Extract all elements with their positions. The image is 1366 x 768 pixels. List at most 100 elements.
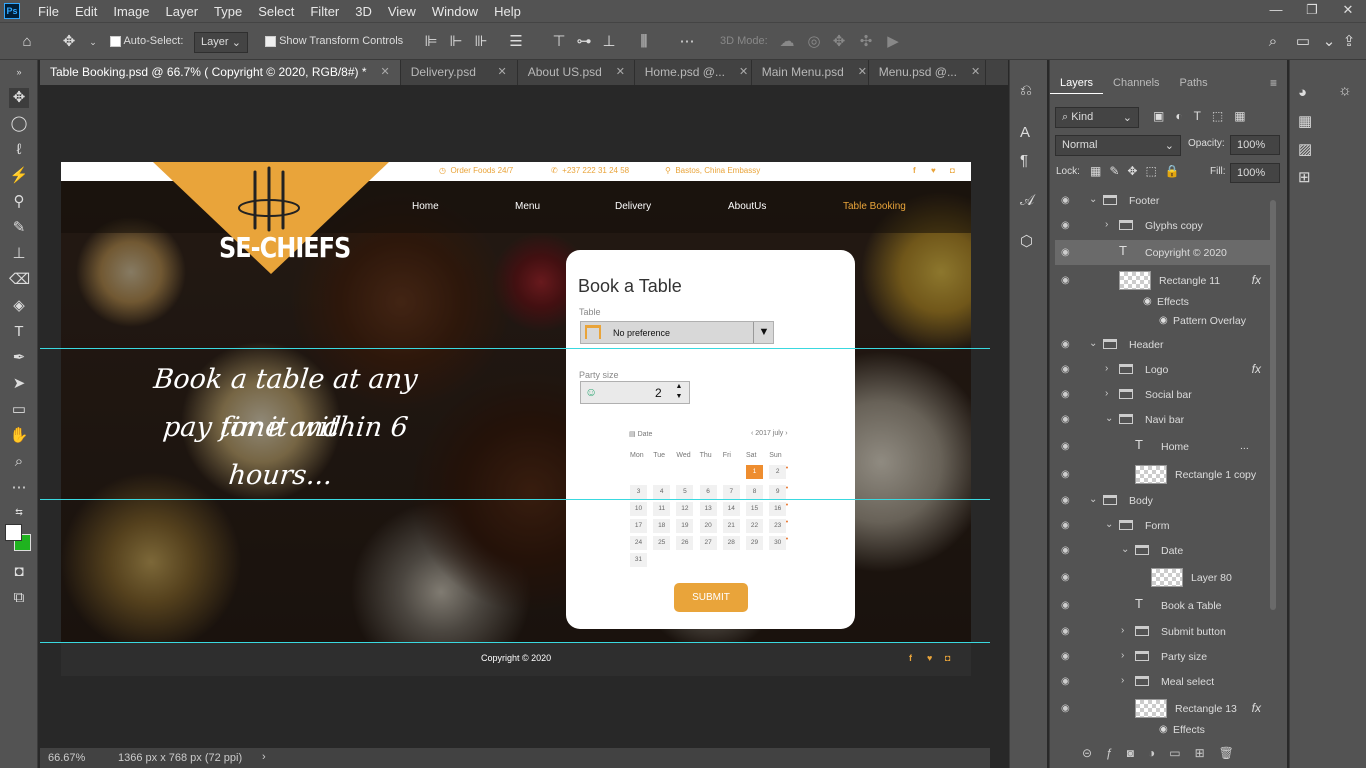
calendar-day[interactable]: 29 xyxy=(746,536,763,550)
eye-icon[interactable]: ◉ xyxy=(1061,676,1070,687)
align-top-icon[interactable]: ⊤ xyxy=(550,33,568,51)
more-options-icon[interactable]: ⋯ xyxy=(678,33,696,51)
document-canvas[interactable]: ◷ Order Foods 24/7 ✆ +237 222 31 24 58 ⚲… xyxy=(61,162,971,676)
calendar-day[interactable]: 17 xyxy=(630,519,647,533)
collapse-icon[interactable]: » xyxy=(9,62,29,82)
menu-window[interactable]: Window xyxy=(424,4,486,19)
align-bottom-icon[interactable]: ⊥ xyxy=(600,33,618,51)
twitter-icon[interactable]: ♥ xyxy=(927,653,932,663)
tab-table-booking[interactable]: Table Booking.psd @ 66.7% ( Copyright © … xyxy=(40,60,401,85)
chevron-down-icon[interactable]: ⌄ xyxy=(84,33,102,51)
gradients-icon[interactable]: ▨ xyxy=(1298,140,1312,158)
calendar-day[interactable]: 7 xyxy=(722,485,740,499)
kind-filter-dropdown[interactable]: ⌕ Kind ⌄ xyxy=(1055,107,1139,128)
tab-main-menu[interactable]: Main Menu.psd ✕ xyxy=(752,60,869,85)
calendar-day[interactable]: 14 xyxy=(722,502,740,516)
calendar-day[interactable]: 4 xyxy=(653,485,671,499)
eyedropper-icon[interactable]: ⚲ xyxy=(9,192,29,212)
distribute-vertical-icon[interactable]: ⫼ xyxy=(635,33,653,51)
chevron-right-icon[interactable]: › xyxy=(1121,650,1124,661)
menu-help[interactable]: Help xyxy=(486,4,529,19)
menu-3d[interactable]: 3D xyxy=(347,4,380,19)
calendar-day[interactable]: 27 xyxy=(699,536,717,550)
layer-row[interactable]: ◉ ⌄ Navi bar xyxy=(1055,407,1273,432)
menu-layer[interactable]: Layer xyxy=(158,4,207,19)
distribute-icon[interactable]: ☰ xyxy=(507,33,525,51)
layer-row[interactable]: ◉ Effects xyxy=(1055,717,1273,742)
learn-bulb-icon[interactable]: ☼ xyxy=(1338,82,1352,99)
filter-icons[interactable]: ▣◐T⬚▦ xyxy=(1153,109,1257,123)
layer-row[interactable]: ◉ › Glyphs copy xyxy=(1055,213,1273,238)
calendar-day[interactable]: 11 xyxy=(653,502,671,516)
menu-file[interactable]: File xyxy=(30,4,67,19)
align-middle-icon[interactable]: ⊶ xyxy=(575,33,593,51)
calendar-day[interactable]: 6 xyxy=(699,485,717,499)
swap-colors-icon[interactable]: ⇆ xyxy=(9,502,29,522)
layer-row[interactable]: ◉ T Copyright © 2020 xyxy=(1055,240,1273,265)
eye-icon[interactable]: ◉ xyxy=(1061,651,1070,662)
3d-slide-icon[interactable]: ✣ xyxy=(857,33,875,51)
history-icon[interactable]: ⎌ xyxy=(1020,82,1032,99)
chevron-right-icon[interactable]: › xyxy=(1105,363,1108,374)
3d-pan-icon[interactable]: ✥ xyxy=(830,33,848,51)
move-tool-icon[interactable]: ✥ xyxy=(60,33,78,51)
menu-view[interactable]: View xyxy=(380,4,424,19)
eye-icon[interactable]: ◉ xyxy=(1061,469,1070,480)
month-switcher[interactable]: ‹ 2017 july › xyxy=(751,430,788,437)
blend-mode-dropdown[interactable]: Normal ⌄ xyxy=(1055,135,1181,156)
calendar-day[interactable]: 12 xyxy=(676,502,694,516)
glyphs-icon[interactable]: 𝒜 xyxy=(1020,192,1034,209)
tab-about-us[interactable]: About US.psd ✕ xyxy=(518,60,635,85)
tab-paths[interactable]: Paths xyxy=(1170,72,1218,94)
layer-row[interactable]: ◉ Layer 80 xyxy=(1055,565,1273,590)
tab-channels[interactable]: Channels xyxy=(1103,72,1169,94)
calendar-day[interactable]: 18 xyxy=(653,519,671,533)
patterns-icon[interactable]: ⊞ xyxy=(1298,168,1311,186)
chevron-right-icon[interactable]: › xyxy=(1121,625,1124,636)
calendar-day[interactable]: 22 xyxy=(746,519,763,533)
layer-row[interactable]: ◉ › Meal select xyxy=(1055,669,1273,694)
foreground-color-swatch[interactable] xyxy=(5,524,22,541)
eye-icon[interactable]: ◉ xyxy=(1061,520,1070,531)
twitter-icon[interactable]: ♥ xyxy=(931,166,936,175)
layer-row[interactable]: ◉ › Social bar xyxy=(1055,382,1273,407)
eye-icon[interactable]: ◉ xyxy=(1061,195,1070,206)
calendar-day[interactable]: 10 xyxy=(630,502,647,516)
layer-row[interactable]: ◉ › Party size xyxy=(1055,644,1273,669)
workspace-icon[interactable]: ▭ xyxy=(1294,33,1312,51)
auto-select-checkbox[interactable]: Auto-Select: xyxy=(110,35,183,47)
eraser-tool-icon[interactable]: ⌫ xyxy=(9,270,30,290)
calendar-day[interactable]: 1 xyxy=(746,465,763,479)
menu-image[interactable]: Image xyxy=(105,4,157,19)
3d-orbit-icon[interactable]: ☁ xyxy=(778,33,796,51)
lock-icons[interactable]: ▦✎✥⬚🔒 xyxy=(1090,164,1188,178)
calendar-day[interactable]: 13 xyxy=(699,502,717,516)
share-icon[interactable]: ⇪ xyxy=(1340,33,1358,51)
nav-menu[interactable]: Menu xyxy=(515,201,540,212)
hand-tool-icon[interactable]: ✋ xyxy=(9,426,29,446)
eye-icon[interactable]: ◉ xyxy=(1061,364,1070,375)
layers-scrollbar[interactable] xyxy=(1270,200,1276,610)
paragraph-icon[interactable]: ¶ xyxy=(1020,152,1028,169)
layer-row[interactable]: ◉ ⌄ Date xyxy=(1055,538,1273,563)
eye-icon[interactable]: ◉ xyxy=(1061,545,1070,556)
path-select-icon[interactable]: ➤ xyxy=(9,374,29,394)
calendar-day[interactable]: 31 xyxy=(630,553,647,567)
home-icon[interactable]: ⌂ xyxy=(18,33,36,51)
auto-select-dropdown[interactable]: Layer ⌄ xyxy=(194,32,248,53)
tab-menu[interactable]: Menu.psd @... ✕ xyxy=(869,60,986,85)
close-tab-icon[interactable]: ✕ xyxy=(739,60,748,85)
eye-icon[interactable]: ◉ xyxy=(1061,572,1070,583)
chevron-right-icon[interactable]: › xyxy=(1105,388,1108,399)
paint-bucket-icon[interactable]: ◈ xyxy=(9,296,29,316)
eye-icon[interactable]: ◉ xyxy=(1061,600,1070,611)
calendar-day[interactable]: 25 xyxy=(653,536,671,550)
instagram-icon[interactable]: ◘ xyxy=(950,166,955,175)
chevron-down-icon[interactable]: ⌄ xyxy=(1089,338,1097,349)
calendar-day[interactable]: 3 xyxy=(630,485,647,499)
eye-icon[interactable]: ◉ xyxy=(1061,247,1070,258)
calendar-day[interactable]: 5 xyxy=(676,485,694,499)
chevron-down-icon[interactable]: ⌄ xyxy=(1089,194,1097,205)
checkbox-icon[interactable] xyxy=(265,35,276,47)
brush-tool-icon[interactable]: ✎ xyxy=(9,218,29,238)
